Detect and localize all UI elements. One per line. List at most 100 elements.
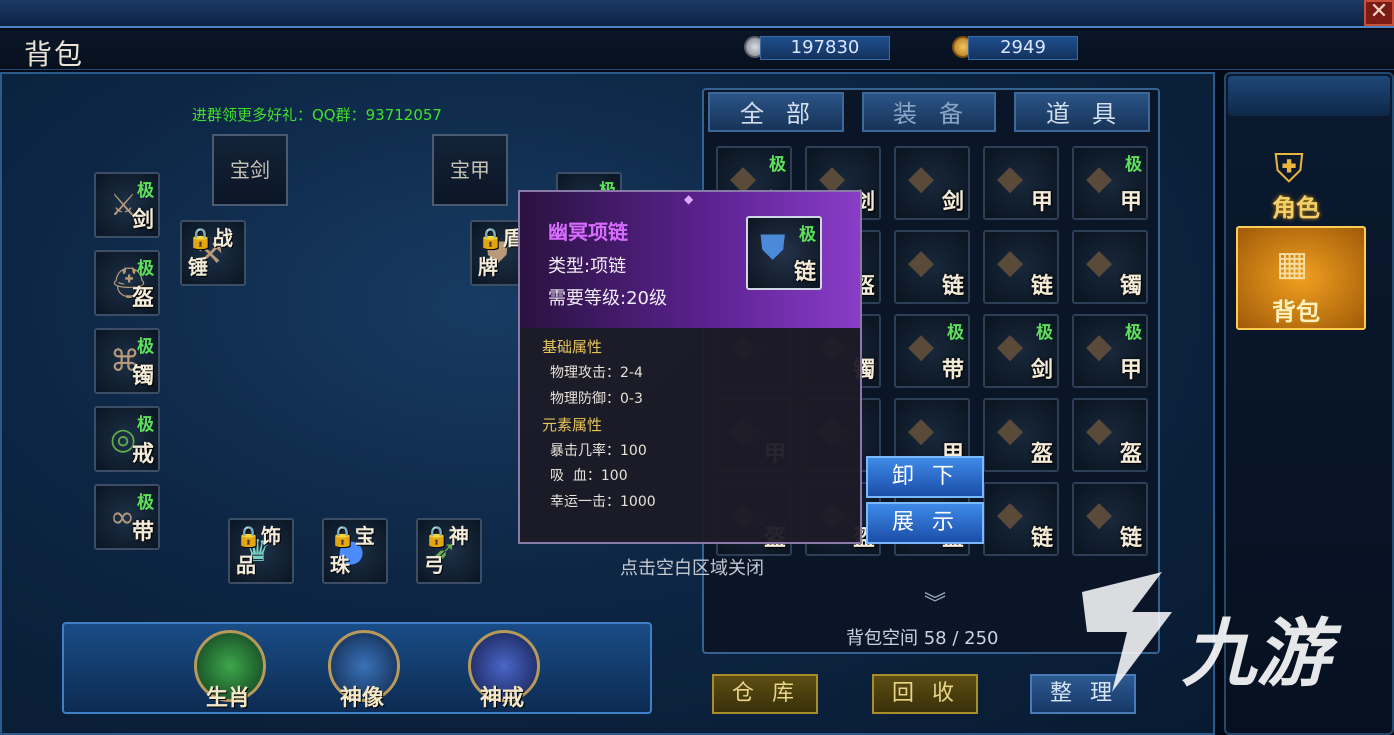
statue-label: 神像 — [340, 686, 385, 711]
slot-label: 盔 — [1030, 442, 1053, 467]
bag-icon: ▦ — [1276, 244, 1309, 284]
slot-label: 带 — [941, 358, 964, 383]
inventory-cell[interactable]: ◆甲 — [983, 146, 1059, 220]
item-icon: ◆ — [1086, 494, 1113, 534]
slot-label: 🔒宝珠 — [330, 524, 375, 577]
item-type: 类型:项链 — [548, 256, 627, 277]
tier-badge: 极 — [137, 337, 154, 357]
jiuyou-watermark-logo: 九游 — [1072, 572, 1362, 697]
attr-phys-defense: 物理防御：0-3 — [550, 391, 643, 407]
recycle-button[interactable]: 回收 — [872, 674, 978, 714]
item-icon: ◆ — [1086, 242, 1113, 282]
tooltip-gem-icon: ◆ — [684, 192, 694, 206]
tier-badge: 极 — [769, 155, 786, 175]
tooltip-item-slot: ⛊ 极 链 — [746, 216, 822, 290]
unequip-button[interactable]: 卸下 — [866, 456, 984, 498]
treasure-armor-slot[interactable]: 宝甲 — [432, 134, 508, 206]
item-icon: ◆ — [1086, 410, 1113, 450]
page-title: 背包 — [24, 38, 85, 71]
slot-label: 链 — [1030, 274, 1053, 299]
necklace-icon: ⛊ — [760, 228, 786, 268]
locked-slot-orb[interactable]: ● 🔒宝珠 — [322, 518, 388, 584]
divine-ring-label: 神戒 — [480, 686, 525, 711]
title-bar — [0, 30, 1394, 70]
tier-badge: 极 — [137, 259, 154, 279]
slot-label: 链 — [793, 260, 816, 285]
item-icon: ◆ — [1086, 158, 1113, 198]
slot-label: 剑 — [1030, 358, 1053, 383]
equip-slot-ring[interactable]: ◎ 极 戒 — [94, 406, 160, 472]
inventory-cell[interactable]: ◆ 链 — [1072, 482, 1148, 556]
inventory-cell[interactable]: ◆盔 — [1072, 398, 1148, 472]
locked-slot-warhammer[interactable]: ⚒ 🔒战锤 — [180, 220, 246, 286]
slot-label: 链 — [941, 274, 964, 299]
inventory-cell[interactable]: ◆ 极带 — [894, 314, 970, 388]
tier-badge: 极 — [1125, 155, 1142, 175]
tier-badge: 极 — [1125, 323, 1142, 343]
tier-badge: 极 — [947, 323, 964, 343]
attr-lifesteal: 吸 血：100 — [550, 468, 628, 484]
locked-slot-bow[interactable]: ➶ 🔒神弓 — [416, 518, 482, 584]
promo-text: 进群领更多好礼：QQ群：93712057 — [192, 106, 442, 124]
zodiac-label: 生肖 — [206, 686, 251, 711]
slot-label: 盔 — [1119, 442, 1142, 467]
watermark-text: 九游 — [1182, 611, 1330, 697]
attr-crit: 暴击几率：100 — [550, 443, 647, 459]
tier-badge: 极 — [137, 181, 154, 201]
slot-label: 戒 — [131, 442, 154, 467]
inventory-cell[interactable]: ◆ 极剑 — [983, 314, 1059, 388]
show-button[interactable]: 展示 — [866, 502, 984, 544]
inventory-cell[interactable]: ◆ 剑 — [894, 146, 970, 220]
item-icon: ◆ — [997, 242, 1024, 282]
tab-all[interactable]: 全部 — [708, 92, 844, 132]
item-icon: ◆ — [997, 494, 1024, 534]
right-nav-header — [1228, 76, 1390, 116]
slot-label: 镯 — [1119, 274, 1142, 299]
tier-badge: 极 — [799, 225, 816, 245]
equip-slot-belt[interactable]: ∞ 极 带 — [94, 484, 160, 550]
locked-slot-accessory[interactable]: ♛ 🔒饰品 — [228, 518, 294, 584]
equip-slot-bracer[interactable]: ⌘ 极 镯 — [94, 328, 160, 394]
slot-label: 甲 — [1119, 358, 1142, 383]
inventory-cell[interactable]: ◆ 链 — [983, 230, 1059, 304]
slot-label: 甲 — [1030, 190, 1053, 215]
tier-badge: 极 — [137, 493, 154, 513]
slot-label: 甲 — [1119, 190, 1142, 215]
treasure-sword-slot[interactable]: 宝剑 — [212, 134, 288, 206]
slot-label: 剑 — [941, 190, 964, 215]
item-level: 需要等级:20级 — [548, 288, 667, 309]
slot-label: 链 — [1119, 526, 1142, 551]
slot-label: 🔒战锤 — [188, 226, 233, 279]
tier-badge: 极 — [1036, 323, 1053, 343]
item-icon: ◆ — [1086, 326, 1113, 366]
equip-slot-helmet[interactable]: ⛑ 极 盔 — [94, 250, 160, 316]
tab-equipment[interactable]: 装备 — [862, 92, 996, 132]
close-hint: 点击空白区域关闭 — [620, 558, 764, 579]
slot-label: 带 — [131, 520, 154, 545]
nav-bag-label: 背包 — [1272, 298, 1320, 326]
slot-label: 🔒神弓 — [424, 524, 469, 577]
slot-label: 链 — [1030, 526, 1053, 551]
equip-slot-sword[interactable]: ⚔ 极 剑 — [94, 172, 160, 238]
tab-items[interactable]: 道具 — [1014, 92, 1150, 132]
inventory-cell[interactable]: ◆镯 — [1072, 230, 1148, 304]
inventory-cell[interactable]: ◆ 极甲 — [1072, 146, 1148, 220]
inventory-cell[interactable]: ◆盔 — [983, 398, 1059, 472]
inventory-cell[interactable]: ◆ 链 — [894, 230, 970, 304]
item-icon: ◆ — [908, 326, 935, 366]
warehouse-button[interactable]: 仓库 — [712, 674, 818, 714]
inventory-cell[interactable]: ◆ 极甲 — [1072, 314, 1148, 388]
slot-label: 🔒饰品 — [236, 524, 281, 577]
item-name: 幽冥项链 — [548, 220, 628, 244]
gold-amount: 2949 — [968, 36, 1078, 60]
character-icon: ⛨ — [1274, 146, 1304, 192]
silver-amount: 197830 — [760, 36, 890, 60]
scroll-down-icon[interactable]: ︾ — [924, 586, 946, 618]
base-attr-heading: 基础属性 — [542, 338, 603, 356]
item-icon: ◆ — [997, 326, 1024, 366]
inventory-cell[interactable]: ◆ 链 — [983, 482, 1059, 556]
top-frame — [0, 0, 1394, 28]
element-attr-heading: 元素属性 — [542, 416, 603, 434]
nav-character[interactable]: 角色 — [1272, 188, 1320, 223]
close-button[interactable]: ✕ — [1364, 0, 1394, 26]
